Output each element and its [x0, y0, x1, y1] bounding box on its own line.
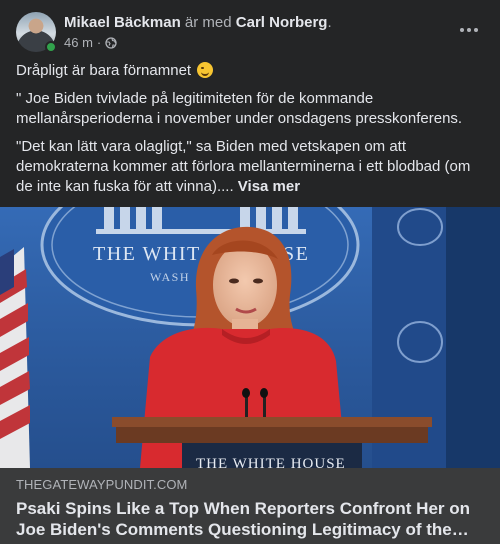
separator-dot: · [96, 35, 102, 50]
briefing-room-photo: THE WHIT SE WASH THE WHITE HOUSE [0, 207, 500, 468]
podium-text: THE WHITE HOUSE [196, 456, 346, 468]
timestamp[interactable]: 46 m [64, 35, 93, 51]
facebook-post: Mikael Bäckman är med Carl Norberg. 46 m… [0, 0, 500, 544]
author-name[interactable]: Mikael Bäckman [64, 14, 181, 31]
link-headline[interactable]: Psaki Spins Like a Top When Reporters Co… [16, 498, 484, 540]
post-intro: Dråpligt är bara förnamnet [16, 62, 196, 79]
winking-face-icon [197, 62, 214, 78]
online-status-dot [45, 41, 57, 53]
tagged-name[interactable]: Carl Norberg [236, 14, 328, 31]
globe-icon [105, 37, 117, 49]
post-subline: 46 m · [64, 35, 332, 51]
author-suffix: . [327, 14, 332, 31]
seal-text: THE WHIT [93, 243, 201, 265]
post-meta: Mikael Bäckman är med Carl Norberg. 46 m… [64, 12, 332, 51]
author-line: Mikael Bäckman är med Carl Norberg. [64, 13, 332, 32]
link-preview-card[interactable]: THEGATEWAYPUNDIT.COM Psaki Spins Like a … [0, 468, 500, 544]
post-text: Dråpligt är bara förnamnet " Joe Biden t… [16, 61, 486, 205]
post-quote-2: "Det kan lätt vara olagligt," sa Biden m… [16, 137, 486, 197]
more-options-icon[interactable] [454, 18, 484, 42]
post-line-1: Dråpligt är bara förnamnet [16, 61, 486, 81]
avatar[interactable] [16, 12, 57, 53]
see-more-link[interactable]: Visa mer [238, 178, 300, 195]
link-preview-image[interactable]: THE WHIT SE WASH THE WHITE HOUSE [0, 207, 500, 468]
post-header: Mikael Bäckman är med Carl Norberg. 46 m… [16, 12, 484, 54]
post-quote-1: " Joe Biden tvivlade på legitimiteten fö… [16, 90, 463, 127]
with-text: är med [180, 14, 236, 31]
link-domain: THEGATEWAYPUNDIT.COM [16, 477, 188, 492]
seal-subtext: WASH [150, 270, 190, 284]
